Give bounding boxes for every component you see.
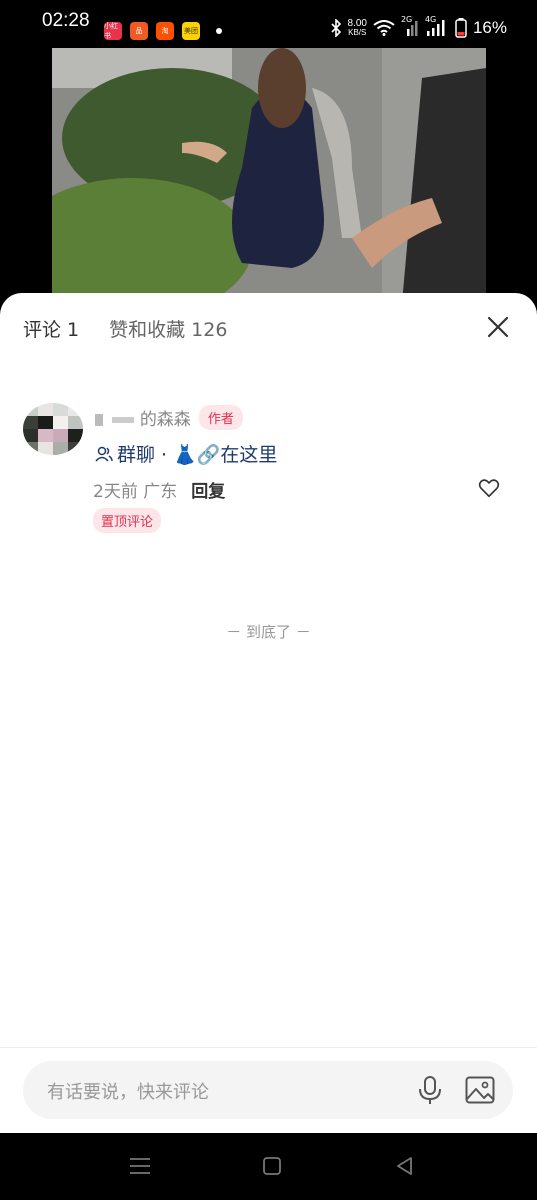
end-of-list-text: － 到底了 － bbox=[226, 623, 311, 641]
signal-2g: 2G bbox=[401, 15, 419, 37]
pinned-comment-badge: 置顶评论 bbox=[93, 508, 162, 533]
comment-text-content: 群聊 · 👗🔗在这里 bbox=[117, 444, 278, 466]
signal-4g: 4G bbox=[425, 15, 449, 37]
battery-percent: 16% bbox=[472, 18, 507, 37]
reply-button[interactable]: 回复 bbox=[191, 477, 225, 502]
wifi-icon bbox=[373, 20, 395, 36]
redacted-block bbox=[95, 414, 103, 426]
signal-bars-icon bbox=[406, 21, 418, 36]
taobao-icon: 淘 bbox=[156, 22, 174, 40]
meituan-icon: 美团 bbox=[182, 22, 200, 40]
home-icon[interactable] bbox=[260, 1155, 284, 1177]
comment-location: 广东 bbox=[143, 482, 178, 502]
author-name-text: 的森森 bbox=[139, 410, 191, 430]
avatar[interactable] bbox=[23, 403, 83, 455]
video-preview[interactable] bbox=[52, 48, 486, 303]
comment-input-area: 有话要说，快来评论 bbox=[0, 1047, 537, 1134]
comment-time-location: 2天前 广东 bbox=[93, 477, 177, 502]
bluetooth-icon bbox=[330, 19, 341, 37]
group-chat-icon bbox=[95, 446, 113, 462]
microphone-icon[interactable] bbox=[417, 1075, 443, 1105]
pinduoduo-icon: 品 bbox=[130, 22, 148, 40]
avatar-image bbox=[23, 403, 83, 455]
network-speed-value: 8.00 bbox=[347, 18, 367, 29]
system-navigation-bar bbox=[0, 1133, 537, 1200]
heart-icon[interactable] bbox=[478, 477, 500, 499]
notification-app-icons: 小红书 品 淘 美团 bbox=[104, 22, 200, 40]
close-icon[interactable] bbox=[486, 315, 510, 339]
sheet-tabs: 评论 1 赞和收藏 126 bbox=[23, 315, 227, 342]
menu-icon[interactable] bbox=[128, 1155, 152, 1177]
network-speed: 8.00 KB/S bbox=[347, 18, 367, 38]
signal-bars-icon bbox=[426, 20, 445, 36]
more-notifications-dot bbox=[216, 28, 222, 34]
xiaohongshu-icon: 小红书 bbox=[104, 22, 122, 40]
tab-likes-and-favorites[interactable]: 赞和收藏 126 bbox=[109, 315, 227, 342]
battery-icon bbox=[455, 18, 467, 38]
back-icon[interactable] bbox=[393, 1155, 417, 1177]
comment-input-placeholder: 有话要说，快来评论 bbox=[47, 1082, 209, 1103]
status-bar: 02:28 小红书 品 淘 美团 8.00 KB/S 2G 4G 16% bbox=[0, 0, 537, 48]
network-speed-unit: KB/S bbox=[348, 28, 367, 37]
author-name[interactable]: 的森森 bbox=[95, 405, 191, 430]
image-icon[interactable] bbox=[465, 1076, 495, 1104]
comment-author: 的森森 作者 bbox=[95, 405, 243, 430]
author-badge: 作者 bbox=[198, 405, 243, 430]
comment-meta: 2天前 广东 回复 bbox=[93, 477, 225, 502]
redacted-block bbox=[112, 417, 135, 423]
status-time: 02:28 bbox=[42, 10, 90, 31]
tab-comments[interactable]: 评论 1 bbox=[23, 315, 79, 342]
comment-text[interactable]: 群聊 · 👗🔗在这里 bbox=[95, 440, 277, 467]
system-indicators: 8.00 KB/S 2G 4G 16% bbox=[330, 15, 507, 38]
comments-sheet: 评论 1 赞和收藏 126 的森森 作者 群聊 · 👗🔗在这里 2天前 广东 回… bbox=[0, 293, 537, 1133]
comment-input[interactable]: 有话要说，快来评论 bbox=[23, 1061, 513, 1119]
comment-time: 2天前 bbox=[93, 482, 138, 502]
video-frame bbox=[52, 48, 486, 303]
